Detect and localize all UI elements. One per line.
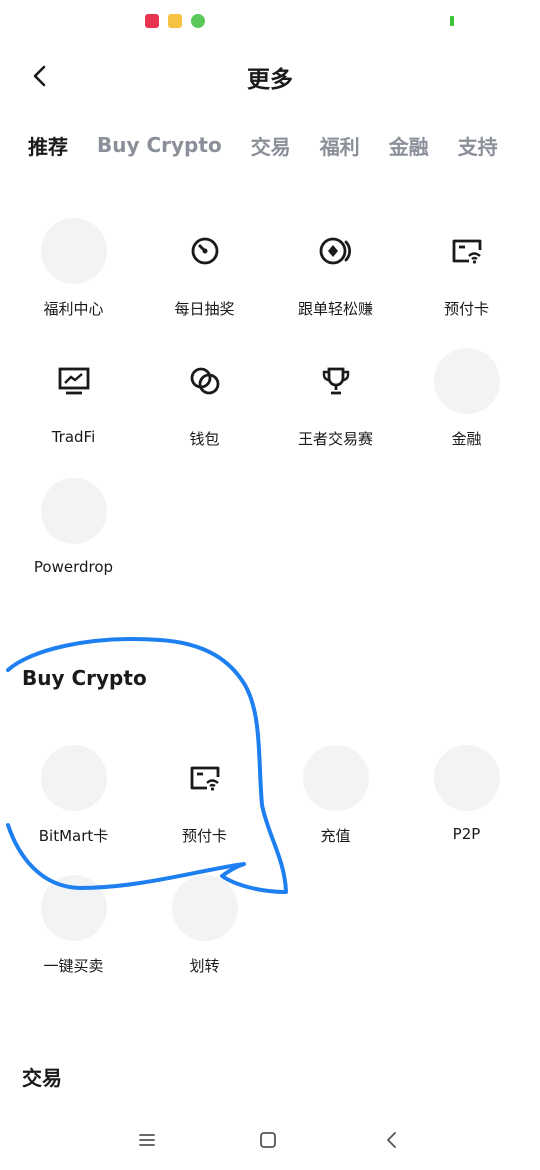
item-prepaid-card-buy[interactable]: 预付卡	[139, 745, 270, 865]
item-label: 预付卡	[181, 827, 227, 845]
tab-welfare[interactable]: 福利	[320, 131, 360, 160]
item-quick-buy-sell[interactable]: 一键买卖	[8, 875, 139, 995]
placeholder-icon	[302, 745, 369, 811]
item-label: Powerdrop	[33, 558, 114, 576]
app-notification-icon	[145, 14, 159, 28]
item-prepaid-card[interactable]: 预付卡	[401, 218, 532, 338]
item-daily-lottery[interactable]: 每日抽奖	[139, 218, 270, 338]
battery-icon	[450, 16, 454, 26]
item-label: 王者交易赛	[297, 430, 373, 448]
item-p2p[interactable]: P2P	[401, 745, 532, 865]
chevron-left-icon	[387, 1132, 396, 1148]
item-deposit[interactable]: 充值	[270, 745, 401, 865]
item-tradfi[interactable]: TradFi	[8, 348, 139, 468]
item-label: BitMart卡	[38, 827, 109, 845]
menu-button[interactable]	[133, 1126, 161, 1154]
placeholder-icon	[433, 745, 500, 811]
wechat-notification-icon	[191, 14, 205, 28]
placeholder-icon	[40, 745, 107, 811]
tab-trade[interactable]: 交易	[251, 131, 291, 160]
placeholder-icon	[433, 348, 500, 414]
page-title: 更多	[247, 67, 293, 93]
item-bitmart-card[interactable]: BitMart卡	[8, 745, 139, 865]
tab-support[interactable]: 支持	[458, 131, 498, 160]
item-finance[interactable]: 金融	[401, 348, 532, 468]
back-nav-button[interactable]	[378, 1126, 406, 1154]
item-label: 跟单轻松赚	[297, 300, 373, 318]
item-label: P2P	[452, 825, 481, 843]
placeholder-icon	[40, 218, 107, 284]
system-nav-bar	[0, 1108, 540, 1170]
item-powerdrop[interactable]: Powerdrop	[8, 478, 139, 598]
section-title-buy-crypto: Buy Crypto	[22, 666, 147, 690]
notification-icons	[145, 14, 205, 28]
item-label: 钱包	[189, 430, 220, 448]
item-label: 充值	[320, 827, 351, 845]
tab-buy-crypto[interactable]: Buy Crypto	[97, 133, 222, 157]
item-welfare-center[interactable]: 福利中心	[8, 218, 139, 338]
item-wallet[interactable]: 钱包	[139, 348, 270, 468]
header: 更多	[0, 44, 540, 108]
trophy-icon	[303, 348, 369, 414]
tab-recommended[interactable]: 推荐	[28, 131, 68, 160]
prepaid-card-icon	[172, 745, 238, 811]
item-label: TradFi	[51, 428, 96, 446]
wallet-coins-icon	[172, 348, 238, 414]
menu-icon	[139, 1134, 155, 1146]
placeholder-icon	[171, 875, 238, 941]
item-copy-trade[interactable]: 跟单轻松赚	[270, 218, 401, 338]
prepaid-card-icon	[434, 218, 500, 284]
item-label: 划转	[189, 957, 220, 975]
item-label: 每日抽奖	[174, 300, 235, 318]
item-trading-competition[interactable]: 王者交易赛	[270, 348, 401, 468]
item-label: 预付卡	[443, 300, 489, 318]
status-bar	[0, 0, 540, 44]
placeholder-icon	[40, 478, 107, 544]
home-square-icon	[260, 1132, 276, 1148]
section-title-trade: 交易	[22, 1066, 62, 1090]
category-tabs: 推荐 Buy Crypto 交易 福利 金融 支持	[28, 128, 528, 162]
tab-finance[interactable]: 金融	[389, 131, 429, 160]
chart-monitor-icon	[41, 348, 107, 414]
item-label: 金融	[451, 430, 482, 448]
item-label: 福利中心	[43, 300, 104, 318]
item-label: 一键买卖	[43, 957, 104, 975]
copy-trade-coin-icon	[303, 218, 369, 284]
home-button[interactable]	[254, 1126, 282, 1154]
placeholder-icon	[40, 875, 107, 941]
lottery-dial-icon	[172, 218, 238, 284]
message-notification-icon	[168, 14, 182, 28]
item-transfer[interactable]: 划转	[139, 875, 270, 995]
